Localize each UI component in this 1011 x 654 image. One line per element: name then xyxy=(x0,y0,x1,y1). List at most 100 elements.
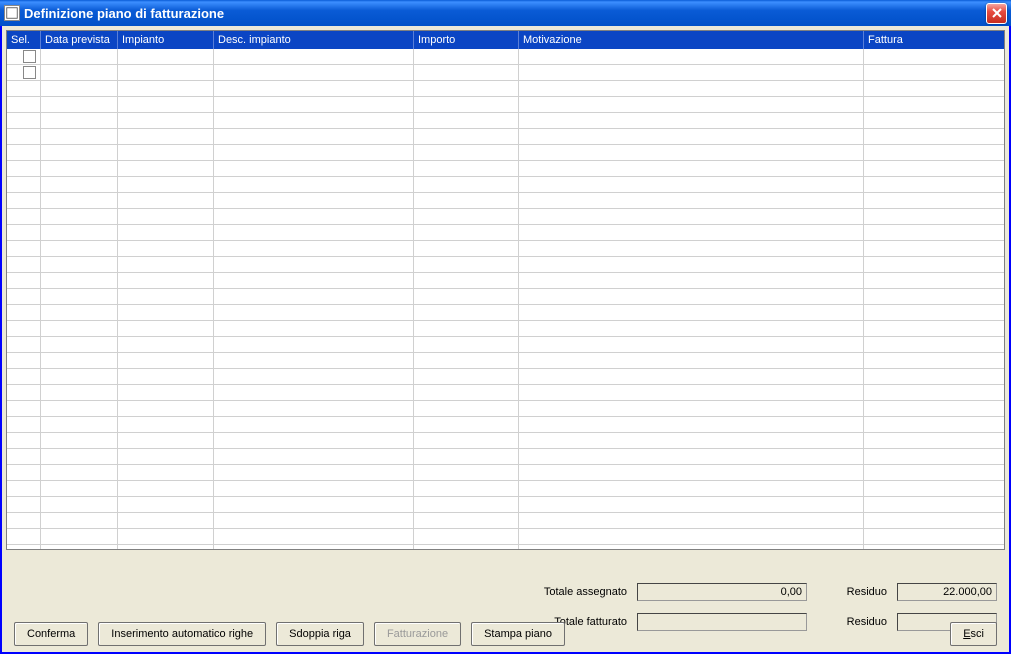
cell-motivazione[interactable] xyxy=(519,161,864,176)
cell-data_prevista[interactable] xyxy=(41,497,118,512)
table-row[interactable] xyxy=(7,449,1004,465)
cell-desc_impianto[interactable] xyxy=(214,177,414,192)
cell-impianto[interactable] xyxy=(118,305,214,320)
cell-data_prevista[interactable] xyxy=(41,337,118,352)
cell-data_prevista[interactable] xyxy=(41,209,118,224)
cell-data_prevista[interactable] xyxy=(41,433,118,448)
cell-fattura[interactable] xyxy=(864,545,992,549)
cell-sel[interactable] xyxy=(7,241,41,256)
cell-sel[interactable] xyxy=(7,81,41,96)
cell-importo[interactable] xyxy=(414,465,519,480)
cell-impianto[interactable] xyxy=(118,337,214,352)
cell-fattura[interactable] xyxy=(864,97,992,112)
cell-fattura[interactable] xyxy=(864,81,992,96)
cell-sel[interactable] xyxy=(7,433,41,448)
cell-motivazione[interactable] xyxy=(519,449,864,464)
cell-data_prevista[interactable] xyxy=(41,465,118,480)
cell-desc_impianto[interactable] xyxy=(214,49,414,64)
cell-motivazione[interactable] xyxy=(519,225,864,240)
cell-data_prevista[interactable] xyxy=(41,81,118,96)
cell-importo[interactable] xyxy=(414,241,519,256)
cell-impianto[interactable] xyxy=(118,161,214,176)
cell-sel[interactable] xyxy=(7,529,41,544)
cell-motivazione[interactable] xyxy=(519,49,864,64)
cell-data_prevista[interactable] xyxy=(41,401,118,416)
cell-motivazione[interactable] xyxy=(519,113,864,128)
cell-data_prevista[interactable] xyxy=(41,241,118,256)
cell-fattura[interactable] xyxy=(864,241,992,256)
cell-fattura[interactable] xyxy=(864,257,992,272)
cell-importo[interactable] xyxy=(414,49,519,64)
cell-motivazione[interactable] xyxy=(519,465,864,480)
cell-sel[interactable] xyxy=(7,353,41,368)
cell-impianto[interactable] xyxy=(118,97,214,112)
cell-motivazione[interactable] xyxy=(519,417,864,432)
table-row[interactable] xyxy=(7,337,1004,353)
cell-motivazione[interactable] xyxy=(519,97,864,112)
cell-impianto[interactable] xyxy=(118,513,214,528)
cell-fattura[interactable] xyxy=(864,113,992,128)
cell-fattura[interactable] xyxy=(864,337,992,352)
cell-sel[interactable] xyxy=(7,193,41,208)
table-row[interactable] xyxy=(7,49,1004,65)
cell-desc_impianto[interactable] xyxy=(214,161,414,176)
table-row[interactable] xyxy=(7,113,1004,129)
cell-motivazione[interactable] xyxy=(519,193,864,208)
cell-data_prevista[interactable] xyxy=(41,129,118,144)
cell-impianto[interactable] xyxy=(118,417,214,432)
cell-motivazione[interactable] xyxy=(519,145,864,160)
cell-data_prevista[interactable] xyxy=(41,193,118,208)
cell-importo[interactable] xyxy=(414,497,519,512)
cell-desc_impianto[interactable] xyxy=(214,225,414,240)
cell-sel[interactable] xyxy=(7,497,41,512)
cell-impianto[interactable] xyxy=(118,465,214,480)
cell-motivazione[interactable] xyxy=(519,497,864,512)
cell-fattura[interactable] xyxy=(864,433,992,448)
cell-data_prevista[interactable] xyxy=(41,417,118,432)
cell-data_prevista[interactable] xyxy=(41,513,118,528)
cell-sel[interactable] xyxy=(7,49,41,64)
cell-desc_impianto[interactable] xyxy=(214,545,414,549)
table-row[interactable] xyxy=(7,433,1004,449)
cell-data_prevista[interactable] xyxy=(41,97,118,112)
cell-impianto[interactable] xyxy=(118,177,214,192)
cell-desc_impianto[interactable] xyxy=(214,193,414,208)
cell-importo[interactable] xyxy=(414,289,519,304)
cell-sel[interactable] xyxy=(7,257,41,272)
cell-desc_impianto[interactable] xyxy=(214,369,414,384)
cell-sel[interactable] xyxy=(7,129,41,144)
table-row[interactable] xyxy=(7,465,1004,481)
cell-importo[interactable] xyxy=(414,209,519,224)
cell-motivazione[interactable] xyxy=(519,433,864,448)
cell-sel[interactable] xyxy=(7,289,41,304)
cell-fattura[interactable] xyxy=(864,321,992,336)
row-checkbox[interactable] xyxy=(23,66,36,79)
table-row[interactable] xyxy=(7,257,1004,273)
table-row[interactable] xyxy=(7,177,1004,193)
table-row[interactable] xyxy=(7,145,1004,161)
cell-fattura[interactable] xyxy=(864,161,992,176)
cell-sel[interactable] xyxy=(7,97,41,112)
cell-data_prevista[interactable] xyxy=(41,545,118,549)
cell-importo[interactable] xyxy=(414,369,519,384)
table-row[interactable] xyxy=(7,321,1004,337)
cell-desc_impianto[interactable] xyxy=(214,129,414,144)
cell-sel[interactable] xyxy=(7,321,41,336)
cell-motivazione[interactable] xyxy=(519,369,864,384)
table-row[interactable] xyxy=(7,65,1004,81)
cell-desc_impianto[interactable] xyxy=(214,417,414,432)
table-row[interactable] xyxy=(7,241,1004,257)
cell-data_prevista[interactable] xyxy=(41,353,118,368)
cell-desc_impianto[interactable] xyxy=(214,385,414,400)
cell-desc_impianto[interactable] xyxy=(214,353,414,368)
cell-importo[interactable] xyxy=(414,257,519,272)
cell-fattura[interactable] xyxy=(864,417,992,432)
cell-sel[interactable] xyxy=(7,369,41,384)
cell-data_prevista[interactable] xyxy=(41,449,118,464)
cell-importo[interactable] xyxy=(414,193,519,208)
cell-sel[interactable] xyxy=(7,337,41,352)
cell-desc_impianto[interactable] xyxy=(214,289,414,304)
cell-importo[interactable] xyxy=(414,129,519,144)
cell-impianto[interactable] xyxy=(118,385,214,400)
cell-impianto[interactable] xyxy=(118,145,214,160)
